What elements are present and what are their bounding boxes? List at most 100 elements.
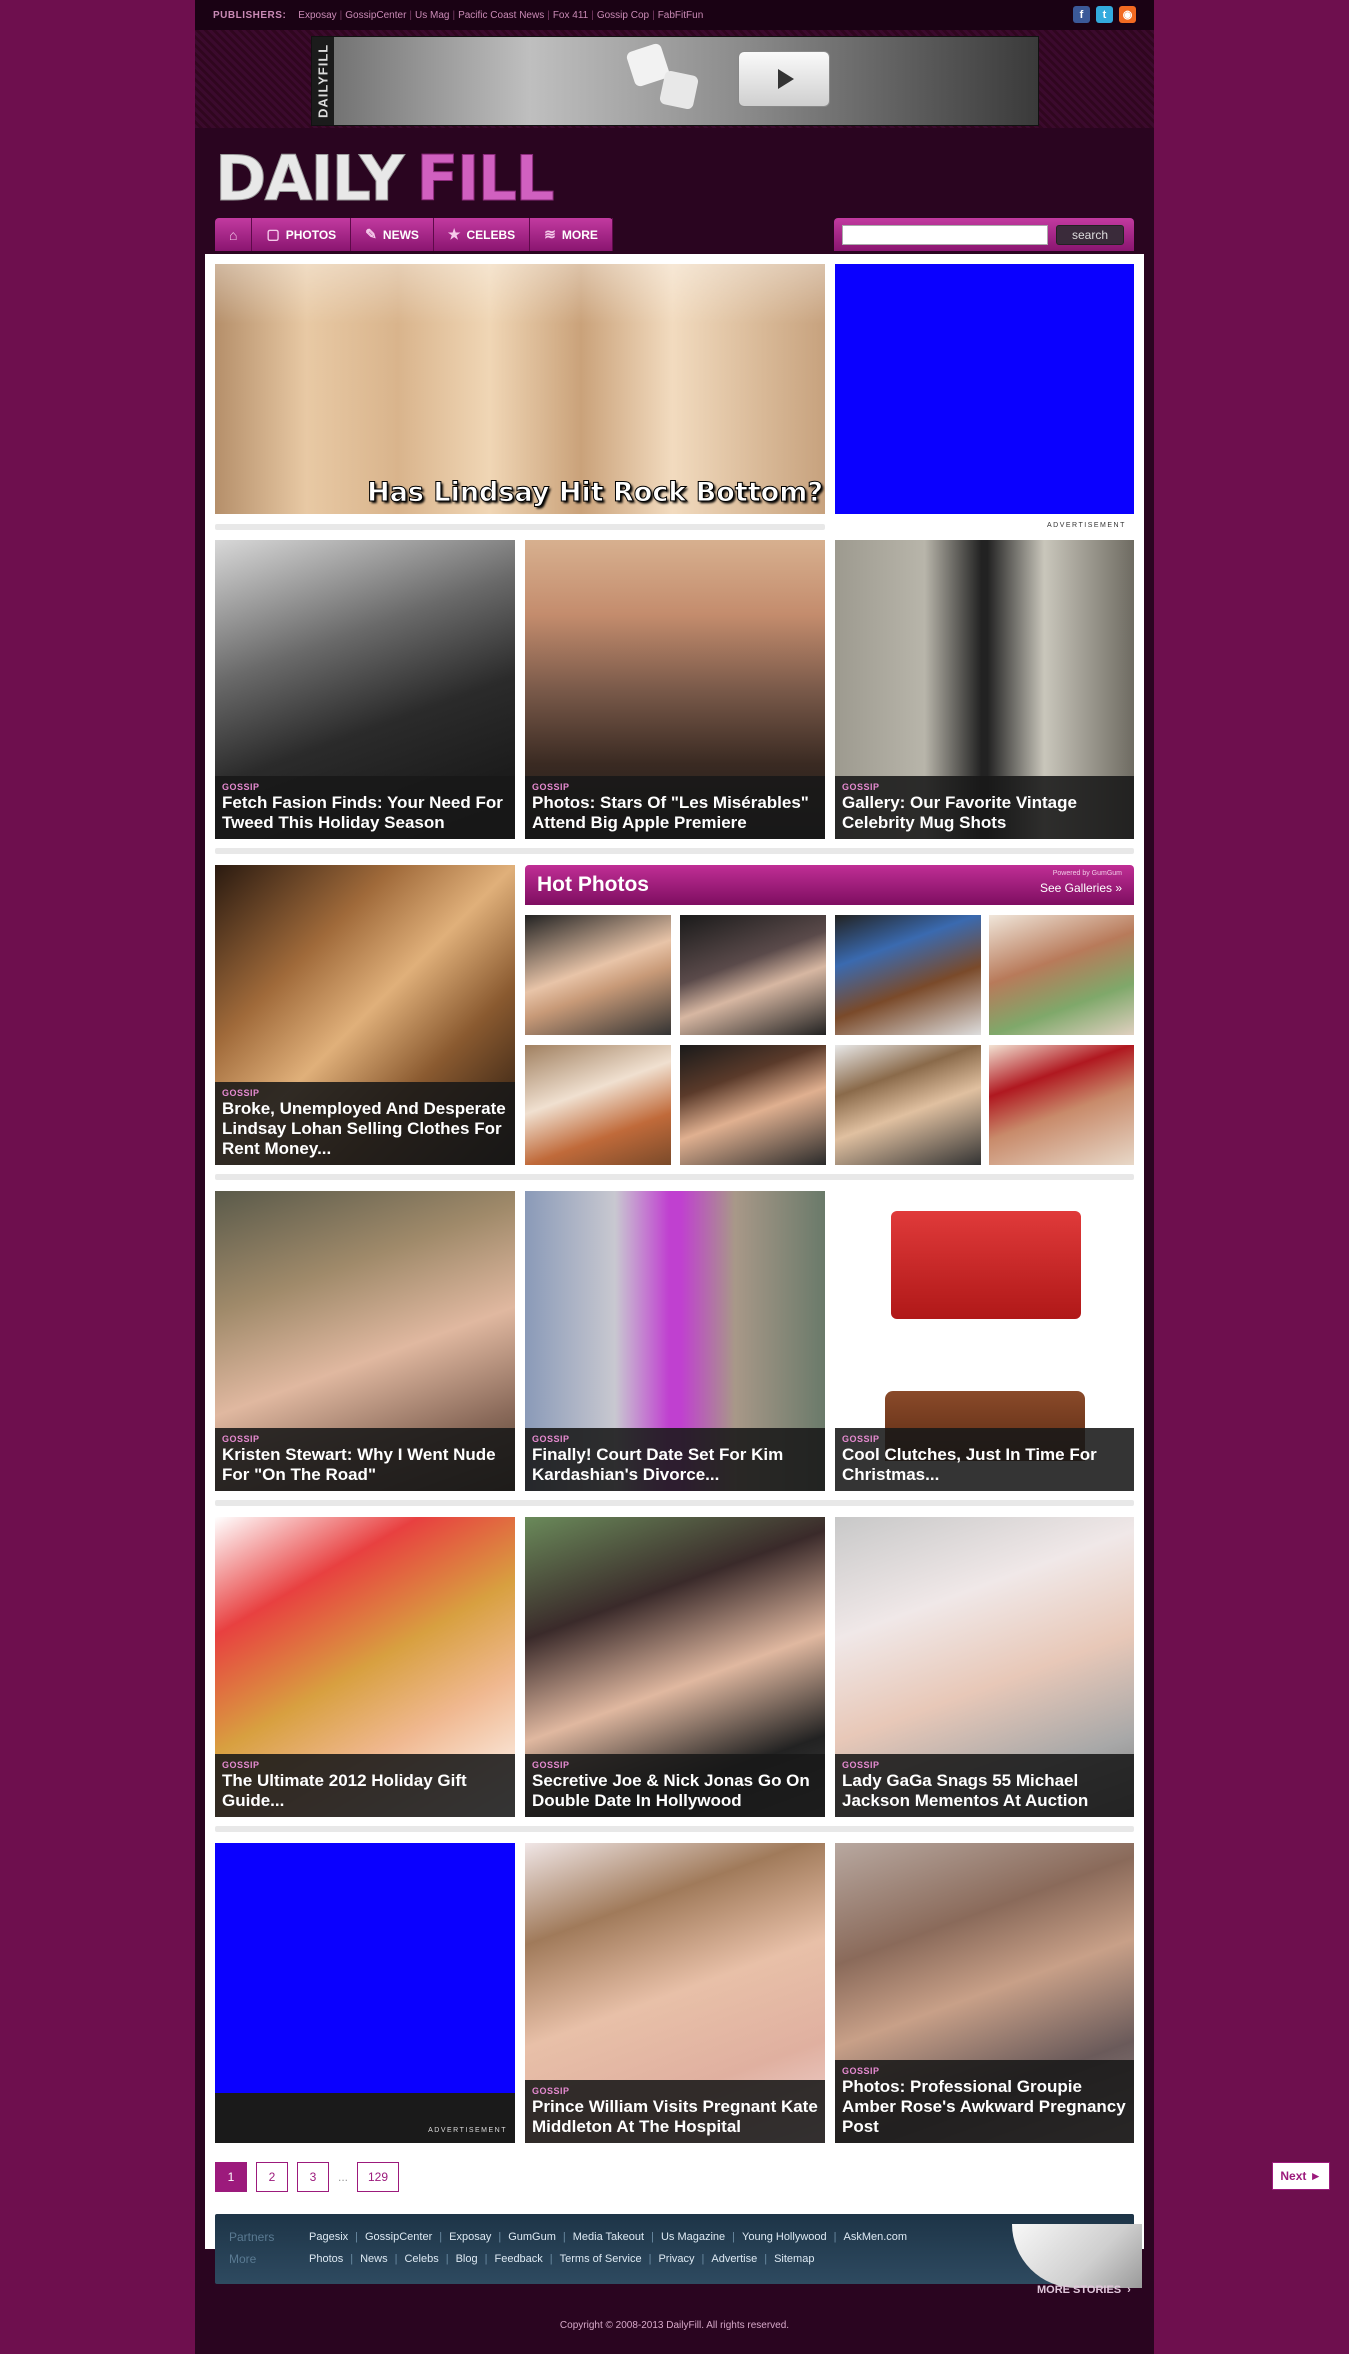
page-link-last[interactable]: 129 (357, 2162, 400, 2192)
story-card[interactable]: GOSSIP Photos: Stars Of "Les Misérables" … (525, 540, 825, 839)
play-button[interactable] (738, 51, 830, 107)
nav-more[interactable]: ≋ MORE (530, 218, 613, 251)
story-title[interactable]: Kristen Stewart: Why I Went Nude For "On… (222, 1445, 508, 1485)
twitter-icon[interactable]: t (1096, 6, 1113, 23)
story-title[interactable]: Secretive Joe & Nick Jonas Go On Double … (532, 1771, 818, 1811)
partners-label: Partners (229, 2230, 275, 2244)
story-tag: GOSSIP (222, 1434, 260, 1444)
footer-link[interactable]: Privacy (658, 2253, 694, 2265)
footer-link[interactable]: Advertise (711, 2253, 757, 2265)
nav-news[interactable]: ✎ NEWS (351, 218, 434, 251)
banner-zone: DAILYFILL (195, 30, 1154, 128)
hot-photo-thumb[interactable] (680, 1045, 826, 1165)
story-tag: GOSSIP (842, 1434, 880, 1444)
hero-feature[interactable]: Has Lindsay Hit Rock Bottom? (215, 264, 825, 514)
hot-photo-thumb[interactable] (525, 1045, 671, 1165)
story-tag: GOSSIP (222, 1088, 260, 1098)
hot-photo-thumb[interactable] (989, 915, 1134, 1035)
nav-home[interactable]: ⌂ (215, 218, 253, 251)
story-title[interactable]: Fetch Fasion Finds: Your Need For Tweed … (222, 793, 508, 833)
story-card[interactable]: GOSSIP Secretive Joe & Nick Jonas Go On D… (525, 1517, 825, 1817)
story-title[interactable]: Photos: Stars Of "Les Misérables" Attend… (532, 793, 818, 833)
story-title[interactable]: Finally! Court Date Set For Kim Kardashi… (532, 1445, 818, 1485)
celebs-icon: ★ (447, 226, 461, 242)
footer-link[interactable]: Photos (309, 2253, 343, 2265)
footer-link[interactable]: News (360, 2253, 388, 2265)
hero-overlay-text: Has Lindsay Hit Rock Bottom? (367, 477, 824, 509)
story-title[interactable]: Lady GaGa Snags 55 Michael Jackson Memen… (842, 1771, 1127, 1811)
page-link-3[interactable]: 3 (297, 2162, 329, 2192)
footer-link[interactable]: Feedback (494, 2253, 542, 2265)
footer-link[interactable]: Celebs (404, 2253, 438, 2265)
story-title[interactable]: Gallery: Our Favorite Vintage Celebrity … (842, 793, 1127, 833)
hot-photo-thumb[interactable] (835, 915, 981, 1035)
hot-photo-thumb[interactable] (680, 915, 826, 1035)
story-caption: GOSSIP Photos: Professional Groupie Amber… (835, 2060, 1134, 2143)
video-banner-ad[interactable]: DAILYFILL (311, 36, 1039, 126)
hot-photo-thumb[interactable] (835, 1045, 981, 1165)
partner-link[interactable]: Exposay (449, 2231, 491, 2243)
story-card[interactable]: GOSSIP The Ultimate 2012 Holiday Gift Gui… (215, 1517, 515, 1817)
facebook-icon[interactable]: f (1073, 6, 1090, 23)
story-card[interactable]: GOSSIP Cool Clutches, Just In Time For Ch… (835, 1191, 1134, 1491)
story-title[interactable]: Cool Clutches, Just In Time For Christma… (842, 1445, 1127, 1485)
publisher-link-usmag[interactable]: Us Mag (415, 10, 449, 21)
story-title[interactable]: The Ultimate 2012 Holiday Gift Guide... (222, 1771, 508, 1811)
story-title[interactable]: Photos: Professional Groupie Amber Rose'… (842, 2077, 1127, 2137)
ad-slot-top[interactable] (835, 264, 1134, 514)
page-wrapper: PUBLISHERS: Exposay | GossipCenter | Us Ma… (195, 0, 1330, 2354)
page-link-1[interactable]: 1 (215, 2162, 247, 2192)
story-card[interactable]: GOSSIP Broke, Unemployed And Desperate Li… (215, 865, 515, 1165)
story-card[interactable]: GOSSIP Kristen Stewart: Why I Went Nude F… (215, 1191, 515, 1491)
story-card[interactable]: GOSSIP Photos: Professional Groupie Amber… (835, 1843, 1134, 2143)
publisher-link-fabfitfun[interactable]: FabFitFun (658, 10, 704, 21)
partner-link[interactable]: GumGum (508, 2231, 556, 2243)
nav-news-label: NEWS (382, 227, 419, 242)
story-card[interactable]: GOSSIP Gallery: Our Favorite Vintage Cele… (835, 540, 1134, 839)
nav-celebs[interactable]: ★ CELEBS (434, 218, 531, 251)
partner-link[interactable]: Young Hollywood (742, 2231, 827, 2243)
see-galleries-link[interactable]: See Galleries » (1040, 881, 1122, 895)
partner-link[interactable]: Media Takeout (573, 2231, 644, 2243)
ad-label: ADVERTISEMENT (1047, 522, 1126, 529)
page-link-2[interactable]: 2 (256, 2162, 288, 2192)
site-logo[interactable]: DAILY FILL (214, 142, 555, 216)
story-card[interactable]: GOSSIP Prince William Visits Pregnant Kat… (525, 1843, 825, 2143)
publisher-link-fox411[interactable]: Fox 411 (553, 10, 588, 21)
story-card[interactable]: GOSSIP Lady GaGa Snags 55 Michael Jackson… (835, 1517, 1134, 1817)
hero-highlight (215, 264, 825, 324)
story-title[interactable]: Prince William Visits Pregnant Kate Midd… (532, 2097, 818, 2137)
partner-link[interactable]: AskMen.com (843, 2231, 907, 2243)
story-caption: GOSSIP Kristen Stewart: Why I Went Nude F… (215, 1428, 515, 1491)
nav-photos[interactable]: ▢ PHOTOS (252, 218, 352, 251)
search-input[interactable] (842, 224, 1048, 245)
play-icon (778, 69, 794, 89)
more-row: More Photos | News | Celebs | Blog | Feedbac… (229, 2252, 815, 2266)
publisher-link-exposay[interactable]: Exposay (298, 10, 336, 21)
hot-photo-thumb[interactable] (525, 915, 671, 1035)
story-tag: GOSSIP (532, 1760, 570, 1770)
story-title[interactable]: Broke, Unemployed And Desperate Lindsay … (222, 1099, 508, 1159)
footer-link[interactable]: Terms of Service (560, 2253, 642, 2265)
hot-photo-thumb[interactable] (989, 1045, 1134, 1165)
story-card[interactable]: GOSSIP Fetch Fasion Finds: Your Need For … (215, 540, 515, 839)
publisher-link-gossip-cop[interactable]: Gossip Cop (597, 10, 649, 21)
ad-slot-bottom[interactable] (215, 1843, 515, 2093)
publisher-link-gossipcenter[interactable]: GossipCenter (345, 10, 406, 21)
partner-link[interactable]: Pagesix (309, 2231, 348, 2243)
story-tag: GOSSIP (842, 1760, 880, 1770)
footer-link[interactable]: Blog (456, 2253, 478, 2265)
search-button[interactable]: search (1056, 224, 1124, 245)
pagination-ellipsis: ... (338, 2170, 349, 2184)
partner-link[interactable]: Us Magazine (661, 2231, 725, 2243)
publisher-link-pacific-coast-news[interactable]: Pacific Coast News (458, 10, 544, 21)
nav-photos-label: PHOTOS (285, 227, 337, 242)
story-card[interactable]: GOSSIP Finally! Court Date Set For Kim Ka… (525, 1191, 825, 1491)
partner-link[interactable]: GossipCenter (365, 2231, 432, 2243)
story-tag: GOSSIP (532, 2086, 570, 2096)
copyright-text: Copyright © 2008-2013 DailyFill. All rig… (559, 2320, 790, 2331)
more-stories-link[interactable]: MORE STORIES › (1037, 2284, 1131, 2296)
footer-link[interactable]: Sitemap (774, 2253, 814, 2265)
next-page-button[interactable]: Next ► (1272, 2162, 1330, 2190)
rss-icon[interactable]: ◉ (1119, 6, 1136, 23)
